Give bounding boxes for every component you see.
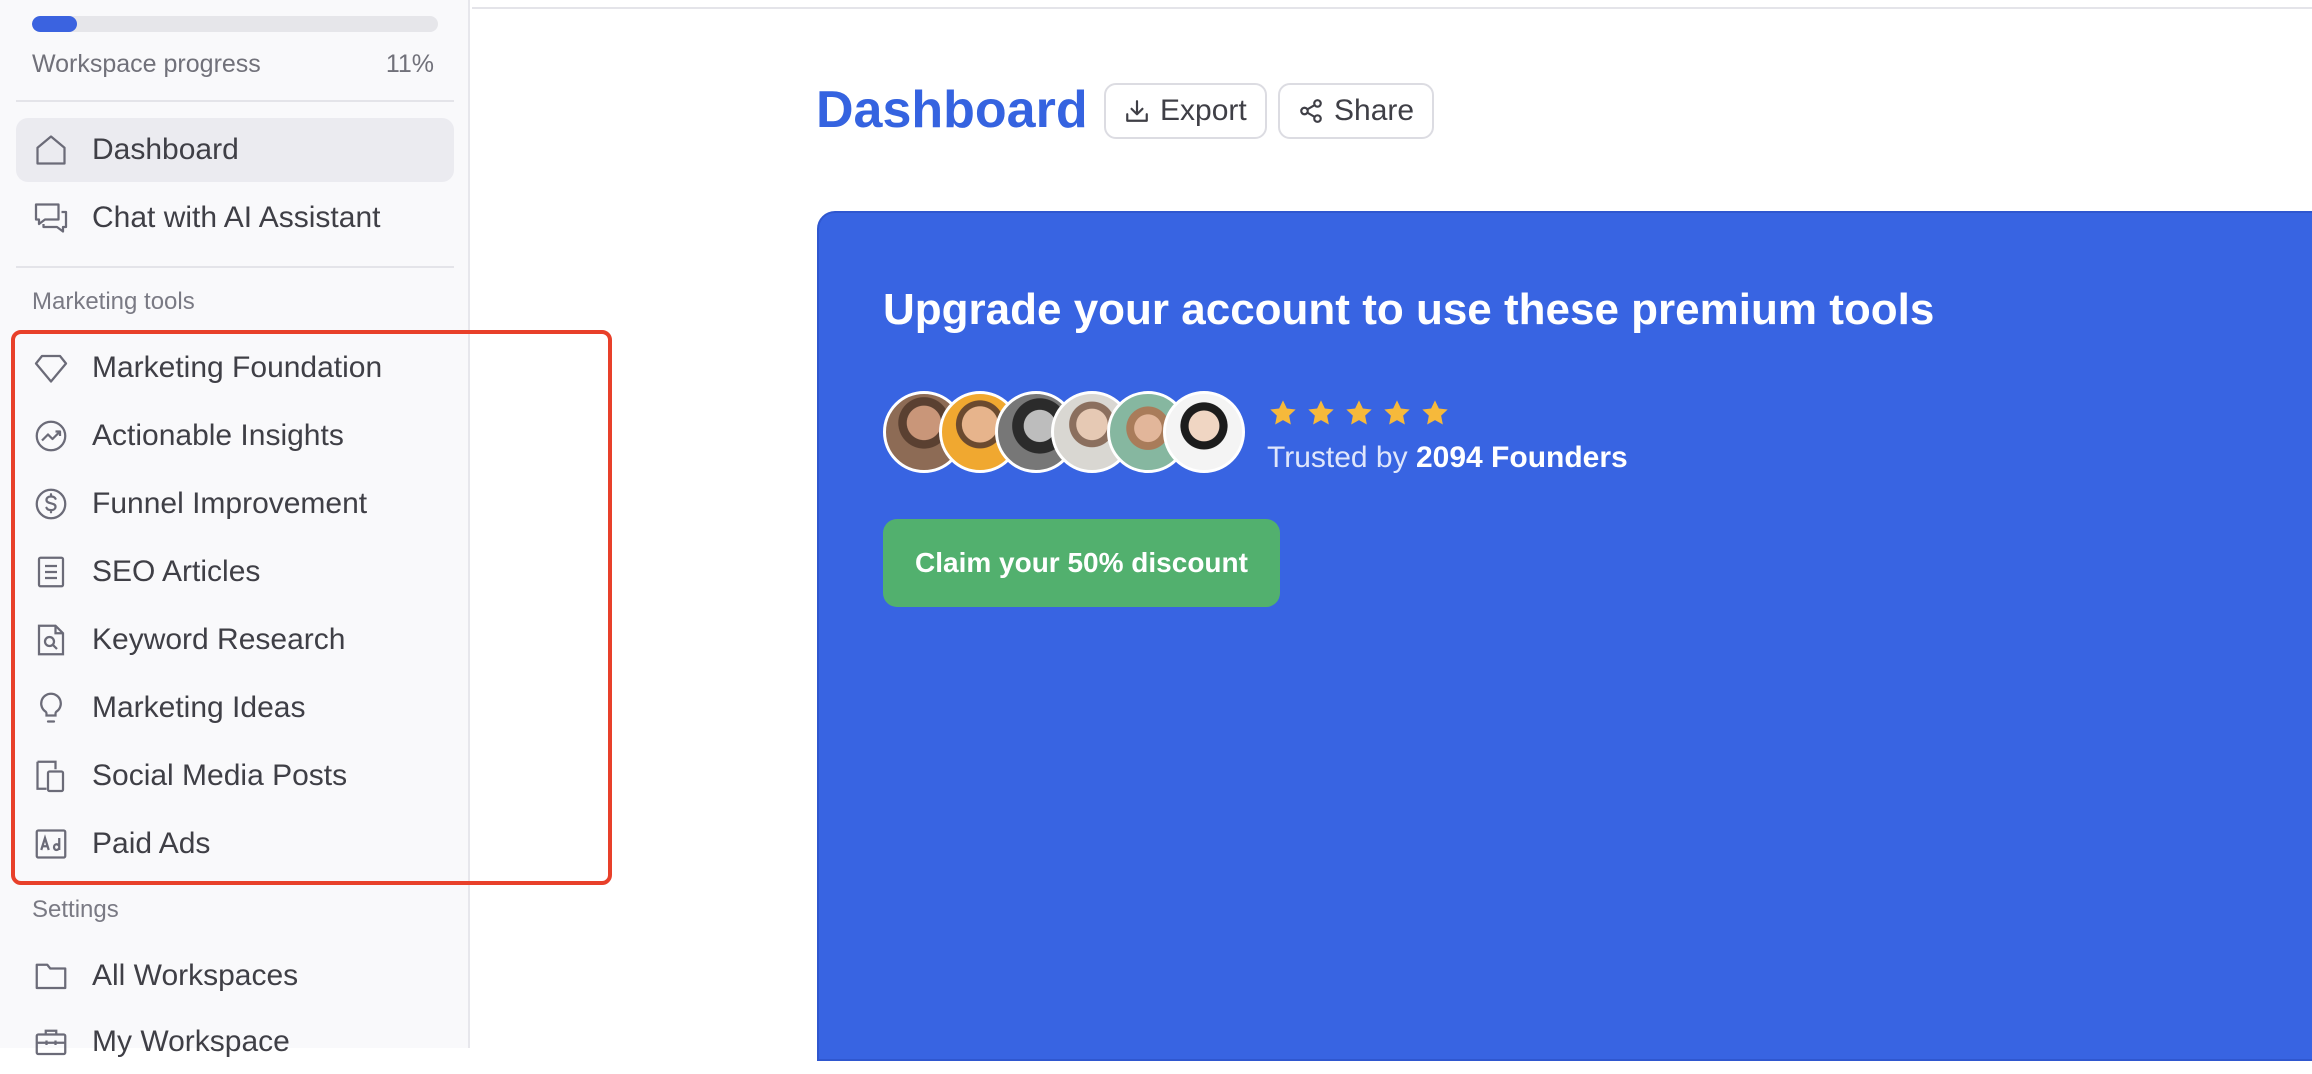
rating-stars xyxy=(1267,397,1451,429)
sidebar-item-keyword-research[interactable]: Keyword Research xyxy=(16,608,454,672)
download-icon xyxy=(1126,100,1148,122)
sidebar-item-label: All Workspaces xyxy=(92,959,299,992)
ad-icon xyxy=(32,825,70,863)
sidebar-item-label: Keyword Research xyxy=(92,623,346,656)
trusted-prefix: Trusted by xyxy=(1267,441,1408,474)
section-label-marketing-tools: Marketing tools xyxy=(32,288,195,315)
star-icon xyxy=(1346,400,1372,425)
star-icon xyxy=(1308,400,1334,425)
sidebar-item-label: Social Media Posts xyxy=(92,759,348,792)
sidebar-item-dashboard[interactable]: Dashboard xyxy=(16,118,454,182)
workspace-progress-label: Workspace progress xyxy=(32,50,261,78)
sidebar-item-all-workspaces[interactable]: All Workspaces xyxy=(16,944,454,1008)
dollar-circle-icon xyxy=(32,485,70,523)
sidebar-item-label: SEO Articles xyxy=(92,555,261,588)
trend-chart-icon xyxy=(32,417,70,455)
sidebar-item-paid-ads[interactable]: Paid Ads xyxy=(16,812,454,876)
sidebar-item-marketing-ideas[interactable]: Marketing Ideas xyxy=(16,676,454,740)
sidebar-item-marketing-foundation[interactable]: Marketing Foundation xyxy=(16,336,454,400)
export-button-label: Export xyxy=(1160,94,1247,127)
avatar xyxy=(1163,391,1245,473)
trusted-count: 2094 Founders xyxy=(1415,441,1628,474)
sidebar-item-my-workspace[interactable]: My Workspace xyxy=(16,1010,454,1074)
document-icon xyxy=(32,553,70,591)
search-document-icon xyxy=(32,621,70,659)
upgrade-promo-card: Upgrade your account to use these premiu… xyxy=(817,211,2312,1061)
export-button[interactable]: Export xyxy=(1104,83,1267,139)
section-label-settings: Settings xyxy=(32,896,119,923)
sidebar-item-funnel-improvement[interactable]: Funnel Improvement xyxy=(16,472,454,536)
page-title: Dashboard xyxy=(816,81,1088,139)
workspace-progress-bar xyxy=(32,16,438,32)
top-bar-edge xyxy=(472,0,2312,9)
chat-icon xyxy=(32,199,70,237)
sidebar-item-label: Funnel Improvement xyxy=(92,487,368,520)
trusted-by-text: Trusted by 2094 Founders xyxy=(1267,441,1628,475)
workspace-progress-percent: 11% xyxy=(385,50,434,78)
claim-discount-button[interactable]: Claim your 50% discount xyxy=(883,519,1280,607)
diamond-icon xyxy=(32,349,70,387)
briefcase-icon xyxy=(32,1023,70,1061)
workspace-progress-fill xyxy=(32,16,77,32)
sidebar-item-social-media-posts[interactable]: Social Media Posts xyxy=(16,744,454,808)
sidebar-item-label: Chat with AI Assistant xyxy=(92,201,381,234)
lightbulb-icon xyxy=(32,689,70,727)
divider xyxy=(16,266,454,268)
folder-icon xyxy=(32,957,70,995)
sidebar-item-label: Paid Ads xyxy=(92,827,211,860)
sidebar-item-seo-articles[interactable]: SEO Articles xyxy=(16,540,454,604)
sidebar-item-label: Marketing Foundation xyxy=(92,351,383,384)
star-icon xyxy=(1270,400,1296,425)
share-button[interactable]: Share xyxy=(1278,83,1435,139)
share-button-label: Share xyxy=(1334,94,1415,127)
star-icon xyxy=(1422,400,1448,425)
devices-icon xyxy=(32,757,70,795)
home-icon xyxy=(32,131,70,169)
share-icon xyxy=(1300,99,1322,123)
sidebar: Workspace progress 11% Dashboard Chat wi… xyxy=(0,0,470,1058)
sidebar-item-actionable-insights[interactable]: Actionable Insights xyxy=(16,404,454,468)
divider xyxy=(16,100,454,102)
sidebar-item-label: Marketing Ideas xyxy=(92,691,306,724)
sidebar-item-label: Dashboard xyxy=(92,133,239,166)
sidebar-item-label: My Workspace xyxy=(92,1025,290,1058)
promo-title: Upgrade your account to use these premiu… xyxy=(883,285,1935,334)
star-icon xyxy=(1384,400,1410,425)
sidebar-item-chat[interactable]: Chat with AI Assistant xyxy=(16,186,454,250)
sidebar-item-label: Actionable Insights xyxy=(92,419,344,452)
